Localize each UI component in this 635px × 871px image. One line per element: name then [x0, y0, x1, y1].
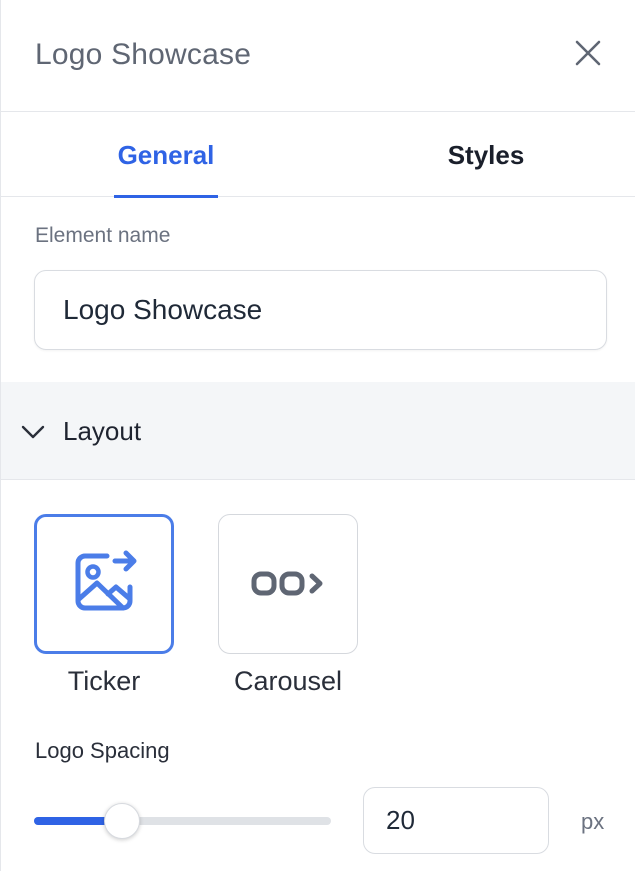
settings-panel: Logo Showcase General Styles Element nam…: [0, 0, 635, 871]
panel-title: Logo Showcase: [35, 38, 252, 71]
element-name-label: Element name: [35, 224, 171, 247]
logo-spacing-slider[interactable]: [34, 787, 331, 855]
layout-section-title: Layout: [63, 416, 142, 446]
slider-thumb[interactable]: [103, 803, 140, 839]
tab-styles[interactable]: Styles: [401, 113, 571, 197]
tab-bar: General Styles: [1, 113, 635, 198]
close-icon: [575, 40, 601, 66]
layout-option-carousel[interactable]: [218, 514, 358, 654]
layout-option-ticker[interactable]: [34, 514, 174, 654]
logo-spacing-input[interactable]: [363, 787, 549, 854]
tab-general[interactable]: General: [114, 113, 218, 198]
panel-header: Logo Showcase: [1, 0, 635, 112]
layout-option-ticker-label: Ticker: [67, 666, 141, 696]
element-name-input[interactable]: [34, 270, 607, 350]
unit-label: px: [581, 809, 605, 834]
layout-section-toggle[interactable]: Layout: [1, 382, 635, 480]
image-arrow-icon: [75, 550, 137, 611]
carousel-icon: [251, 571, 323, 596]
logo-spacing-label: Logo Spacing: [35, 738, 170, 763]
close-button[interactable]: [571, 36, 605, 70]
layout-option-carousel-label: Carousel: [233, 666, 343, 696]
chevron-down-icon: [21, 425, 45, 439]
